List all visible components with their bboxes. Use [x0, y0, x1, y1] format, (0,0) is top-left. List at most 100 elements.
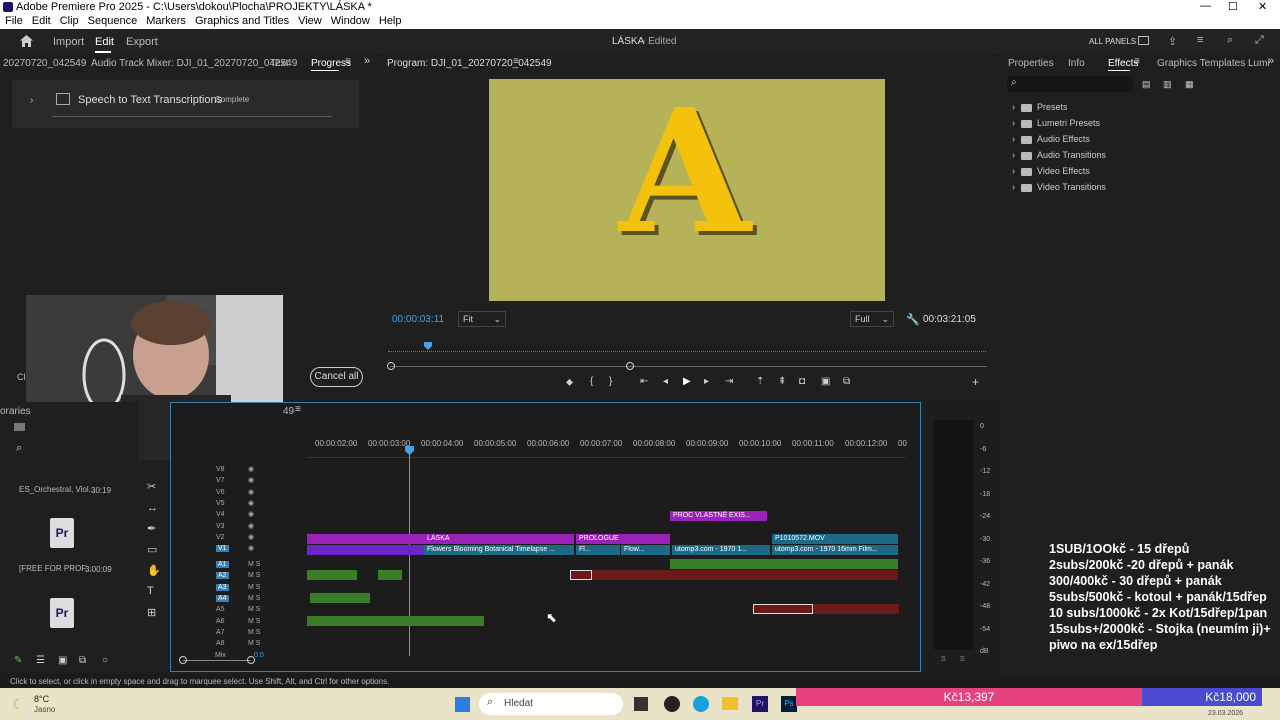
zoom-fit-dropdown[interactable]: Fit ⌄: [458, 311, 506, 327]
video-track-header[interactable]: V3 ◉: [172, 522, 306, 533]
eye-icon[interactable]: ◉: [248, 533, 254, 541]
nav-edit[interactable]: Edit: [95, 36, 114, 48]
monitor-time-ruler[interactable]: [388, 346, 986, 352]
panel-expand-icon[interactable]: »: [364, 55, 370, 67]
search-icon[interactable]: ⌕: [1227, 34, 1233, 47]
fullscreen-icon[interactable]: ⤢: [1255, 34, 1264, 47]
list-view-icon[interactable]: ☰: [36, 655, 45, 666]
tab-properties[interactable]: Properties: [1008, 58, 1054, 69]
zoom-handle-right[interactable]: [626, 362, 634, 370]
captions-tool-icon[interactable]: ⊞: [147, 606, 156, 619]
audio-track-header[interactable]: A3 M S: [172, 583, 306, 594]
maximize-icon[interactable]: ☐: [1228, 0, 1238, 13]
mark-out-icon[interactable]: }: [609, 376, 612, 387]
mute-solo-icon[interactable]: M S: [248, 572, 260, 579]
audio-track-header[interactable]: A5 M S: [172, 605, 306, 616]
mute-solo-icon[interactable]: M S: [248, 618, 260, 625]
weather-icon[interactable]: ☾: [12, 696, 25, 713]
icon-view-icon[interactable]: ▣: [58, 655, 67, 666]
menu-help[interactable]: Help: [379, 15, 402, 27]
task-view-icon[interactable]: [634, 697, 648, 711]
effects-item-audio-transitions[interactable]: › Audio Transitions: [1012, 150, 1106, 160]
audio-clip-a1[interactable]: [670, 559, 898, 569]
resolution-dropdown[interactable]: Full ⌄: [850, 311, 894, 327]
timeline-ruler[interactable]: 00:00:02:00 00:00:03:00 00:00:04:00 00:00:0…: [306, 436, 907, 458]
yuv-effects-icon[interactable]: ▦: [1185, 79, 1194, 90]
freeform-view-icon[interactable]: ⧉: [79, 655, 86, 666]
clip-v1-group[interactable]: [307, 545, 424, 555]
play-icon[interactable]: ▶: [683, 376, 691, 387]
32bit-effects-icon[interactable]: ▥: [1163, 79, 1172, 90]
go-to-in-icon[interactable]: ⇤: [640, 376, 648, 387]
minimize-icon[interactable]: —: [1200, 0, 1211, 12]
mix-value[interactable]: 0.0: [254, 652, 264, 659]
audio-clip-a5-1[interactable]: [753, 604, 813, 614]
audio-track-header[interactable]: A8 M S: [172, 639, 306, 650]
pencil-icon[interactable]: ✎: [14, 655, 22, 666]
audio-track-header[interactable]: A2 M S: [172, 571, 306, 582]
windows-start-icon[interactable]: [455, 697, 470, 712]
app-icon-1[interactable]: [664, 696, 680, 712]
menu-view[interactable]: View: [298, 15, 322, 27]
clip-v1-flowers[interactable]: Flowers Blooming Botanical Timelapse ...: [424, 545, 574, 555]
eye-icon[interactable]: ◉: [248, 465, 254, 473]
monitor-menu-icon[interactable]: ≡: [513, 56, 519, 67]
tab-audio-mixer[interactable]: Audio Track Mixer: DJI_01_20270720_04254…: [91, 58, 297, 69]
video-track-header[interactable]: V6 ◉: [172, 488, 306, 499]
close-icon[interactable]: ✕: [1258, 0, 1267, 13]
clip-v2-prologue[interactable]: PROLOGUE: [576, 534, 670, 544]
tab-text[interactable]: Text: [270, 58, 288, 69]
premiere-taskbar-icon[interactable]: Pr: [752, 696, 768, 712]
audio-clip-a4[interactable]: [310, 593, 370, 603]
eye-icon[interactable]: ◉: [248, 522, 254, 530]
effects-item-video-transitions[interactable]: › Video Transitions: [1012, 182, 1106, 192]
button-editor-icon[interactable]: +: [972, 375, 979, 389]
clip-v1-utomp3a[interactable]: utomp3.com - 1970 1...: [672, 545, 770, 555]
clip-v1-utomp3b[interactable]: utomp3.com - 1970 16mm Film...: [772, 545, 898, 555]
clip-v2-fx-group[interactable]: [307, 534, 424, 544]
zoom-slider-handle[interactable]: ○: [102, 655, 108, 666]
mark-in-icon[interactable]: {: [590, 376, 593, 387]
razor-tool-icon[interactable]: ✂: [147, 480, 156, 493]
effects-menu-icon[interactable]: ≡: [1134, 56, 1140, 67]
audio-clip-a2-4[interactable]: [592, 570, 898, 580]
premiere-file-icon[interactable]: Pr: [50, 598, 74, 628]
clip-v2-p101[interactable]: P1010572.MOV: [772, 534, 898, 544]
playhead-timecode[interactable]: 00:00:03:11: [392, 314, 444, 325]
solo-right[interactable]: S: [960, 656, 965, 663]
type-tool-icon[interactable]: T: [147, 585, 154, 597]
panel-expand-icon[interactable]: »: [1268, 55, 1274, 67]
video-track-header[interactable]: V8 ◉: [172, 465, 306, 476]
nav-import[interactable]: Import: [53, 36, 84, 48]
effects-search-input[interactable]: ⌕: [1007, 76, 1133, 92]
menu-sequence[interactable]: Sequence: [88, 15, 138, 27]
eye-icon[interactable]: ◉: [248, 488, 254, 496]
menu-edit[interactable]: Edit: [32, 15, 51, 27]
premiere-file-icon[interactable]: Pr: [50, 518, 74, 548]
extract-icon[interactable]: ⇞: [778, 376, 786, 387]
multicam-icon[interactable]: ⧉: [843, 376, 850, 387]
clip-v4-title[interactable]: PROČ VLASTNĚ EXIS...: [670, 511, 767, 521]
project-item-name[interactable]: ES_Orchestral, Viol...: [19, 485, 95, 494]
all-panels-label[interactable]: ALL PANELS: [1089, 37, 1136, 46]
timeline-zoom-bar[interactable]: [183, 660, 251, 661]
zoom-handle-left[interactable]: [387, 362, 395, 370]
tab-info[interactable]: Info: [1068, 58, 1085, 69]
file-explorer-icon[interactable]: [722, 697, 738, 710]
export-frame-icon[interactable]: ◘: [799, 376, 805, 387]
comparison-icon[interactable]: ▣: [821, 376, 830, 387]
panel-layout-icon[interactable]: [1138, 36, 1149, 45]
menu-file[interactable]: File: [5, 15, 23, 27]
clear-label[interactable]: Cl: [17, 372, 26, 382]
audio-clip-a6[interactable]: [307, 616, 484, 626]
panel-menu-icon[interactable]: ≡: [345, 56, 351, 67]
project-tab-label[interactable]: oraries: [0, 406, 31, 417]
tab-lumetri[interactable]: Lumi: [1248, 58, 1270, 69]
timeline-zoom-left[interactable]: [179, 656, 187, 664]
eye-icon[interactable]: ◉: [248, 476, 254, 484]
accelerated-effects-icon[interactable]: ▤: [1142, 79, 1151, 90]
rectangle-tool-icon[interactable]: ▭: [147, 543, 157, 556]
step-back-icon[interactable]: ◂: [663, 376, 668, 387]
audio-clip-a2-2[interactable]: [378, 570, 402, 580]
timeline-menu-icon[interactable]: ≡: [295, 404, 301, 415]
